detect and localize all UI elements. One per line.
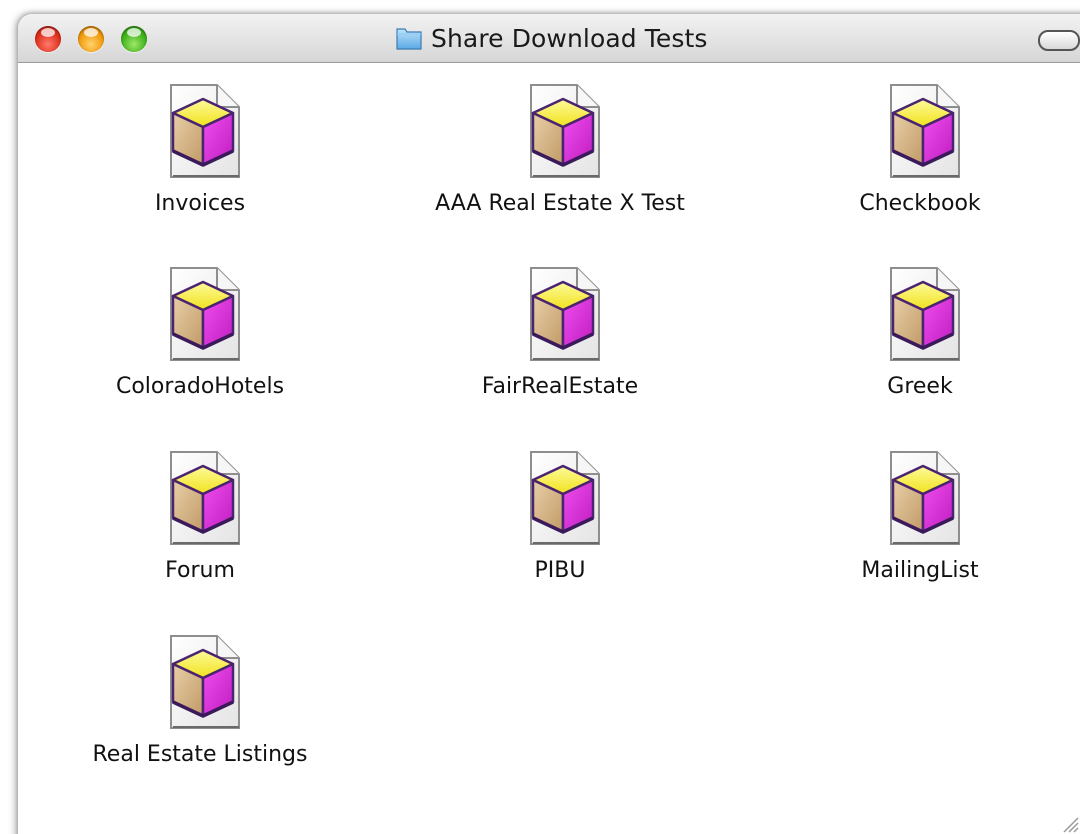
close-button[interactable] bbox=[35, 26, 61, 52]
icon-view: Invoices AAA Real Estate X Test Checkboo… bbox=[18, 63, 1080, 834]
file-label: PIBU bbox=[534, 558, 586, 583]
title-bar[interactable]: Share Download Tests bbox=[18, 14, 1080, 63]
file-item-fairrealestate[interactable]: FairRealEstate bbox=[400, 266, 720, 399]
file-item-aaa-real-estate-x-test[interactable]: AAA Real Estate X Test bbox=[400, 83, 720, 216]
file-label: Real Estate Listings bbox=[92, 742, 308, 767]
zoom-button[interactable] bbox=[121, 26, 147, 52]
file-item-pibu[interactable]: PIBU bbox=[400, 450, 720, 583]
file-item-invoices[interactable]: Invoices bbox=[40, 83, 360, 216]
database-document-icon bbox=[529, 266, 601, 362]
file-item-mailinglist[interactable]: MailingList bbox=[760, 450, 1080, 583]
file-item-greek[interactable]: Greek bbox=[760, 266, 1080, 399]
resize-grip-icon[interactable] bbox=[1058, 808, 1080, 834]
desktop: Share Download Tests Invoices AAA Real E… bbox=[0, 0, 1080, 834]
database-document-icon bbox=[889, 83, 961, 179]
file-label: Forum bbox=[165, 558, 235, 583]
file-item-coloradohotels[interactable]: ColoradoHotels bbox=[40, 266, 360, 399]
window-title: Share Download Tests bbox=[431, 23, 708, 53]
database-document-icon bbox=[169, 266, 241, 362]
file-label: Greek bbox=[887, 374, 953, 399]
database-document-icon bbox=[889, 266, 961, 362]
database-document-icon bbox=[169, 450, 241, 546]
file-item-real-estate-listings[interactable]: Real Estate Listings bbox=[40, 634, 360, 767]
file-label: Invoices bbox=[154, 191, 246, 216]
file-item-forum[interactable]: Forum bbox=[40, 450, 360, 583]
database-document-icon bbox=[529, 83, 601, 179]
database-document-icon bbox=[169, 83, 241, 179]
file-label: Checkbook bbox=[859, 191, 981, 216]
file-item-checkbook[interactable]: Checkbook bbox=[760, 83, 1080, 216]
finder-window: Share Download Tests Invoices AAA Real E… bbox=[18, 14, 1080, 834]
file-label: AAA Real Estate X Test bbox=[435, 191, 685, 216]
folder-icon bbox=[396, 28, 422, 50]
database-document-icon bbox=[889, 450, 961, 546]
database-document-icon bbox=[529, 450, 601, 546]
minimize-button[interactable] bbox=[78, 26, 104, 52]
database-document-icon bbox=[169, 634, 241, 730]
toolbar-toggle-button[interactable] bbox=[1038, 30, 1080, 51]
file-label: MailingList bbox=[861, 558, 979, 583]
window-title-group: Share Download Tests bbox=[394, 22, 708, 54]
file-label: ColoradoHotels bbox=[115, 374, 285, 399]
file-label: FairRealEstate bbox=[481, 374, 639, 399]
